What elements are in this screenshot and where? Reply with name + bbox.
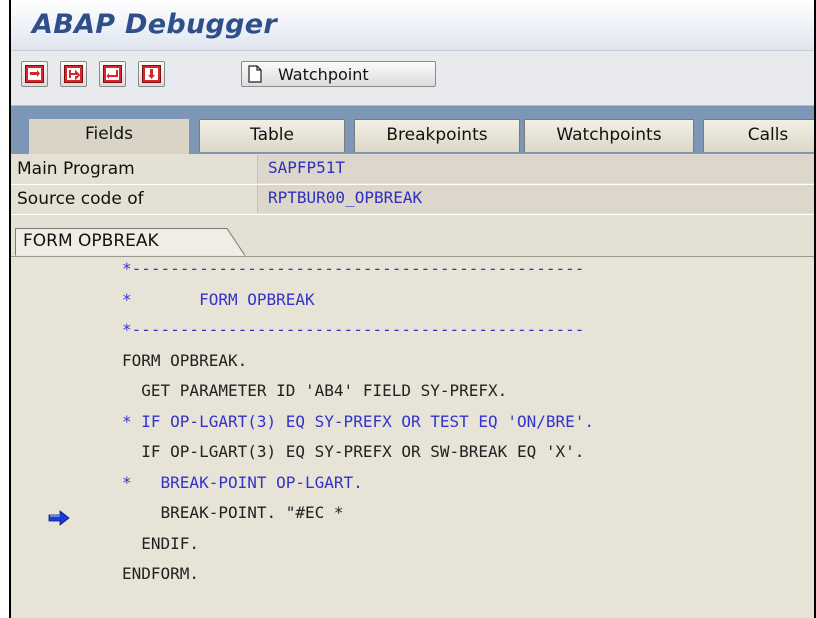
continue-icon <box>142 65 161 83</box>
code-line[interactable]: * BREAK-POINT OP-LGART. <box>11 473 814 503</box>
form-tab-strip: FORM OPBREAK <box>11 226 814 256</box>
code-line[interactable]: ENDFORM. <box>11 564 814 594</box>
single-step-button[interactable] <box>21 61 48 87</box>
main-program-row: Main Program SAPFP51T <box>11 155 814 185</box>
window-title: ABAP Debugger <box>32 9 278 40</box>
main-program-label: Main Program <box>17 159 135 179</box>
code-line-text: ENDFORM. <box>122 564 200 583</box>
code-line-text: ENDIF. <box>122 533 200 553</box>
source-code-editor[interactable]: *---------------------------------------… <box>11 256 814 618</box>
watchpoint-button[interactable]: Watchpoint <box>241 61 436 87</box>
return-button[interactable] <box>99 61 126 87</box>
code-line[interactable]: * FORM OPBREAK <box>11 290 814 320</box>
code-line[interactable]: *---------------------------------------… <box>11 320 814 350</box>
code-line[interactable]: * IF OP-LGART(3) EQ SY-PREFX OR TEST EQ … <box>11 412 814 442</box>
code-line[interactable]: GET PARAMETER ID 'AB4' FIELD SY-PREFX. <box>11 381 814 411</box>
document-icon <box>248 65 262 83</box>
tab-fields[interactable]: Fields <box>29 119 189 154</box>
tab-watchpoints[interactable]: Watchpoints <box>524 119 694 152</box>
code-line-text: * FORM OPBREAK <box>122 289 315 309</box>
return-icon <box>103 65 122 83</box>
code-line-text: * BREAK-POINT OP-LGART. <box>122 472 363 492</box>
tab-table[interactable]: Table <box>199 119 345 152</box>
code-line-text: *---------------------------------------… <box>122 320 585 339</box>
code-line-text: *---------------------------------------… <box>122 259 585 278</box>
code-line[interactable]: BREAK-POINT. "#EC * <box>11 503 814 533</box>
source-code-label: Source code of <box>17 189 144 209</box>
form-tab-label[interactable]: FORM OPBREAK <box>23 231 159 251</box>
code-line[interactable]: IF OP-LGART(3) EQ SY-PREFX OR SW-BREAK E… <box>11 442 814 472</box>
code-line[interactable]: FORM OPBREAK. <box>11 351 814 381</box>
source-code-field[interactable]: RPTBUR00_OPBREAK <box>257 185 814 213</box>
code-line-text: FORM OPBREAK. <box>122 350 248 370</box>
title-bar: ABAP Debugger <box>11 0 814 51</box>
main-program-field[interactable]: SAPFP51T <box>257 155 814 183</box>
watchpoint-label: Watchpoint <box>278 65 369 84</box>
tab-strip: Fields Table Breakpoints Watchpoints Cal… <box>11 106 814 154</box>
debugger-window: ABAP Debugger Watchpoint Fields Table Br… <box>9 0 816 618</box>
toolbar: Watchpoint <box>11 51 814 106</box>
tab-breakpoints[interactable]: Breakpoints <box>354 119 520 152</box>
code-line-text: IF OP-LGART(3) EQ SY-PREFX OR SW-BREAK E… <box>122 442 585 461</box>
source-code-row: Source code of RPTBUR00_OPBREAK <box>11 185 814 215</box>
code-line-text: * IF OP-LGART(3) EQ SY-PREFX OR TEST EQ … <box>122 411 595 431</box>
execute-icon <box>64 65 83 83</box>
continue-button[interactable] <box>138 61 165 87</box>
tab-calls[interactable]: Calls <box>703 119 814 152</box>
code-line[interactable]: ENDIF. <box>11 534 814 564</box>
code-line-text: BREAK-POINT. "#EC * <box>122 503 344 522</box>
single-step-icon <box>25 65 44 83</box>
code-line-text: GET PARAMETER ID 'AB4' FIELD SY-PREFX. <box>122 381 508 400</box>
code-line[interactable]: *---------------------------------------… <box>11 259 814 289</box>
execute-button[interactable] <box>60 61 87 87</box>
